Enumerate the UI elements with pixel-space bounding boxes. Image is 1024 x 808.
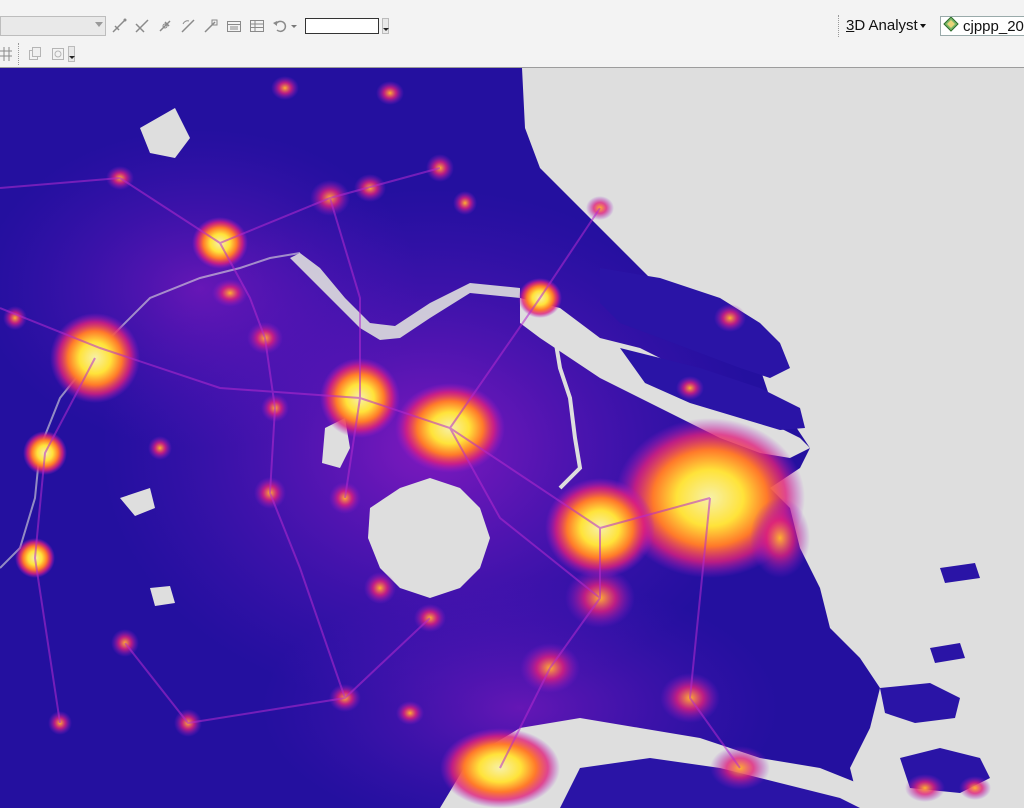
toolbar-separator	[838, 15, 841, 37]
hotspot-town	[676, 376, 704, 400]
grid-icon[interactable]	[0, 44, 14, 64]
table-icon[interactable]	[247, 16, 267, 36]
split-icon[interactable]	[155, 16, 175, 36]
toolbar-separator	[18, 43, 21, 65]
hotspot-town	[396, 701, 424, 725]
night-light-raster	[0, 68, 1024, 808]
hotspot-town	[905, 774, 945, 802]
reshape-icon[interactable]	[132, 16, 152, 36]
chevron-down-icon	[95, 22, 103, 27]
map-view[interactable]	[0, 68, 1024, 808]
layer-name: cjppp_20	[963, 17, 1024, 35]
hotspot-town	[376, 81, 404, 105]
toolbar-options-dropdown[interactable]	[382, 18, 389, 34]
attributes-icon[interactable]	[201, 16, 221, 36]
hotspot-town	[271, 76, 299, 100]
hotspot-town	[453, 191, 477, 215]
hotspot-town	[959, 776, 991, 800]
paste-icon[interactable]	[48, 44, 68, 64]
hotspot-town	[364, 572, 396, 604]
undo-icon[interactable]	[270, 16, 290, 36]
raster-layer-icon	[943, 17, 959, 35]
copy-icon[interactable]	[25, 44, 45, 64]
toolbar2-options-dropdown[interactable]	[68, 46, 75, 62]
hotspot-town	[750, 498, 810, 578]
rotate-icon[interactable]	[178, 16, 198, 36]
edit-vertices-icon[interactable]	[109, 16, 129, 36]
toolbar: 3D Analyst cjppp_20	[0, 0, 1024, 68]
chevron-down-icon	[919, 24, 926, 29]
hotspot-town	[148, 436, 172, 460]
toolbar-row-2	[0, 42, 75, 66]
undo-dropdown-caret[interactable]	[291, 24, 297, 28]
sketch-properties-icon[interactable]	[224, 16, 244, 36]
scale-input[interactable]	[305, 18, 379, 34]
hotspot-town	[714, 304, 746, 332]
editor-target-combo[interactable]	[0, 16, 106, 36]
3d-analyst-label: D Analyst	[854, 17, 918, 34]
layer-selector[interactable]: cjppp_20	[940, 16, 1024, 36]
3d-analyst-menu[interactable]: 3D Analyst	[846, 17, 926, 34]
